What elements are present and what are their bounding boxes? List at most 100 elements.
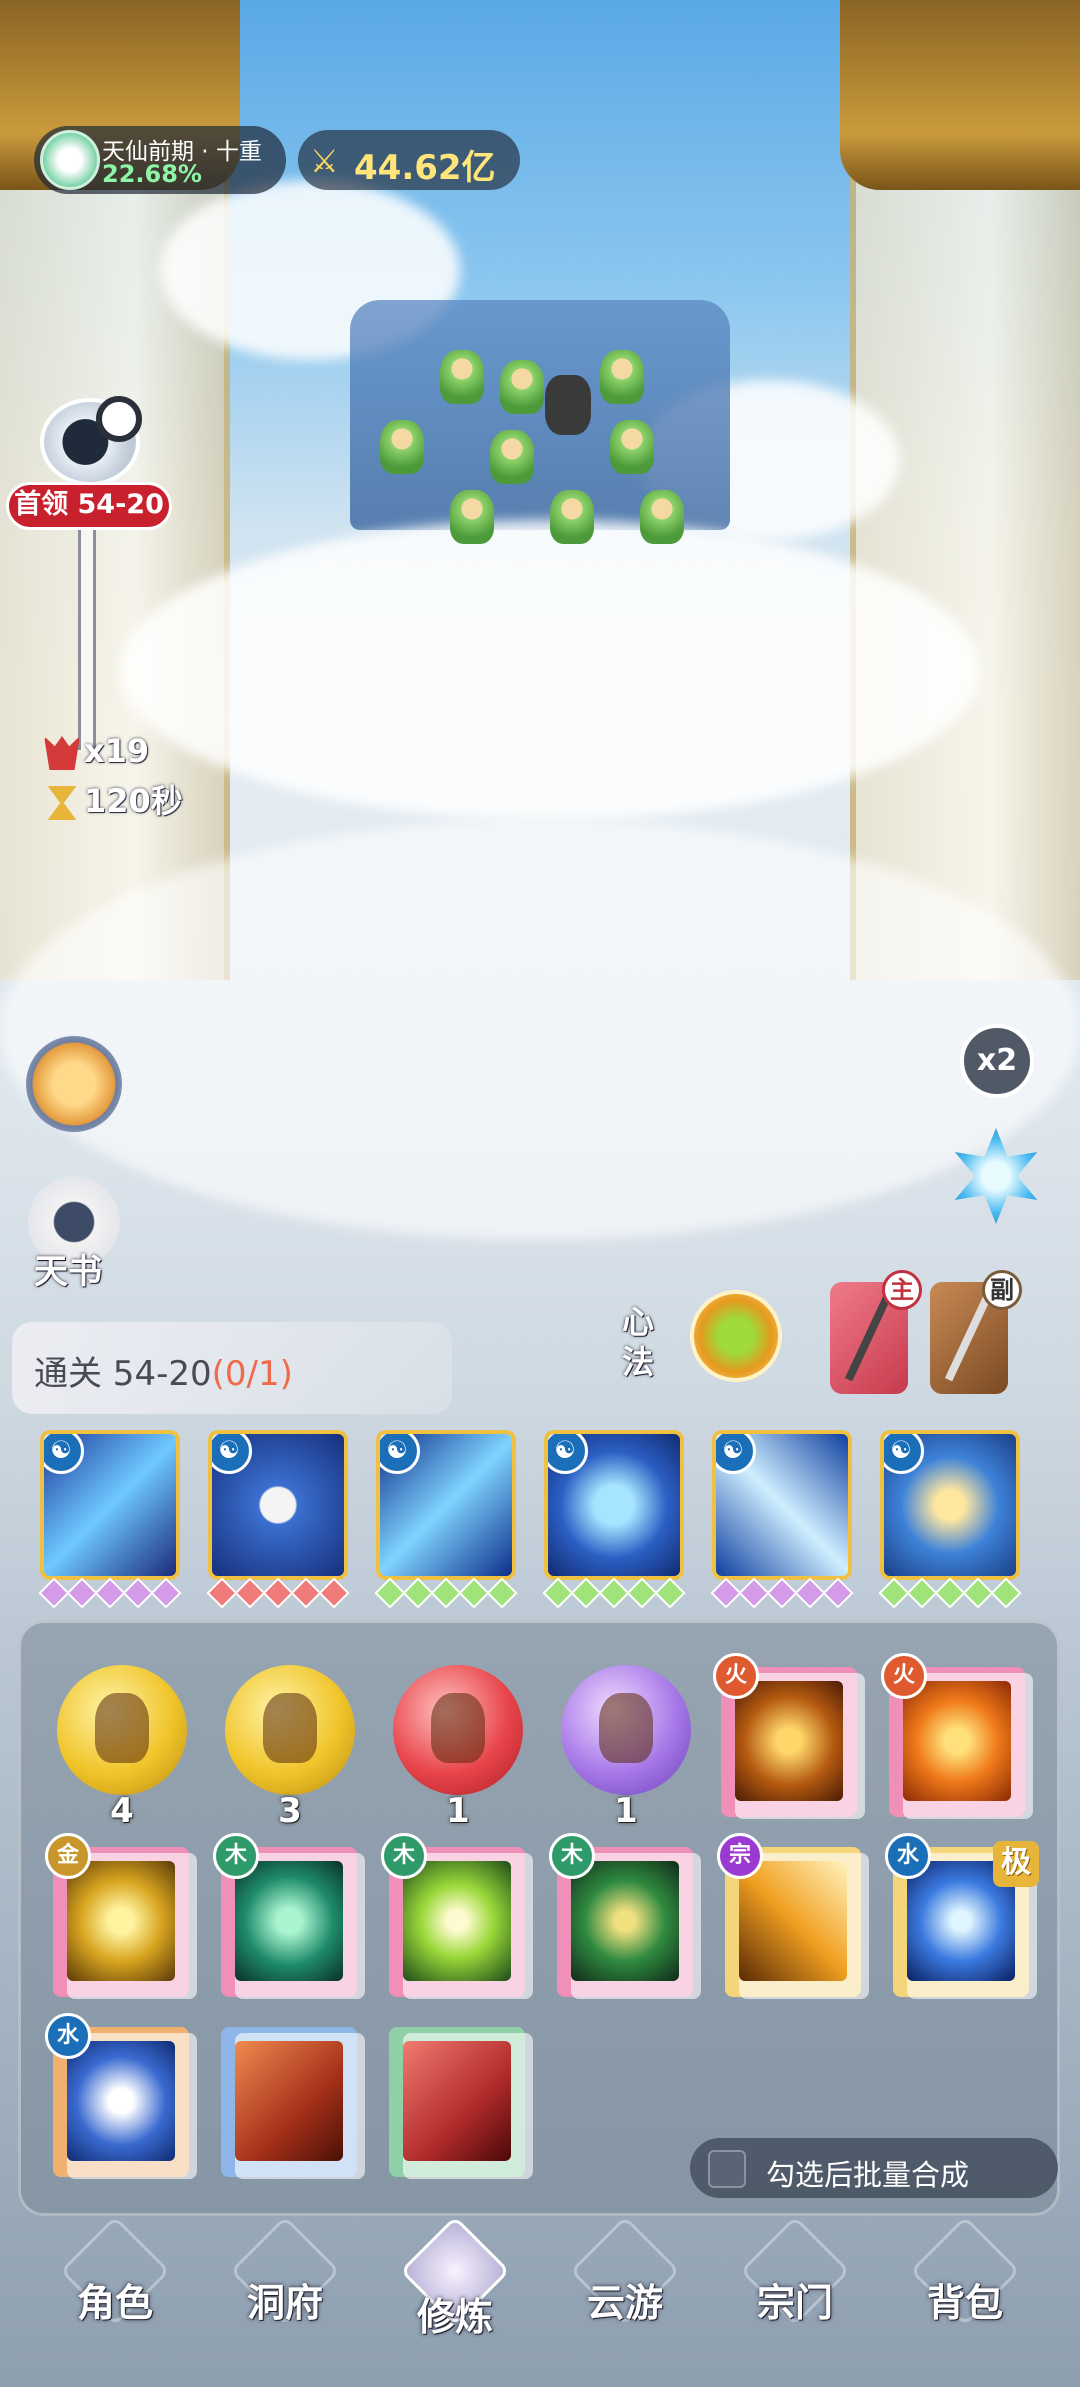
enemy[interactable]	[490, 430, 534, 484]
nav-travel[interactable]: 云游	[550, 2215, 700, 2360]
skill-card[interactable]: 金	[45, 1833, 197, 1999]
card-art	[739, 1861, 847, 1981]
star-gem-icon	[570, 1577, 602, 1609]
card-art	[235, 2041, 343, 2161]
skill-card[interactable]	[389, 2027, 533, 2179]
equipped-skill-slot[interactable]: ☯	[208, 1430, 348, 1580]
stage-clear-prefix: 通关 54-20	[34, 1354, 212, 1394]
skill-gem-row	[374, 1577, 518, 1609]
star-gem-icon	[206, 1577, 238, 1609]
stage-clear-text: 通关 54-20(0/1)	[34, 1346, 293, 1395]
fire-element-icon: 火	[881, 1653, 927, 1699]
star-gem-icon	[626, 1577, 658, 1609]
card-art	[403, 1861, 511, 1981]
skill-card[interactable]: 木	[549, 1833, 701, 1999]
sword-icon	[844, 1294, 892, 1382]
batch-merge-label: 勾选后批量合成	[766, 2158, 970, 2192]
cloud	[120, 520, 980, 820]
inventory-panel: 4 3 1 1 火 火 金 木 木 木 宗 水 极 水	[18, 1620, 1060, 2216]
cultivation-orb[interactable]: 1	[393, 1665, 523, 1831]
nav-sect[interactable]: 宗门	[720, 2215, 870, 2360]
card-art	[403, 2041, 511, 2161]
crossed-swords-icon: ⚔	[310, 142, 339, 180]
enemy[interactable]	[380, 420, 424, 474]
star-gem-icon	[542, 1577, 574, 1609]
star-gem-icon	[430, 1577, 462, 1609]
orb-count: 3	[278, 1791, 302, 1831]
right-roof	[840, 0, 1080, 190]
cultivation-orb[interactable]: 1	[561, 1665, 691, 1831]
water-element-icon: 水	[45, 2013, 91, 2059]
nav-cave[interactable]: 洞府	[210, 2215, 360, 2360]
skill-card[interactable]: 木	[213, 1833, 365, 1999]
speed-toggle-button[interactable]: x2	[960, 1024, 1034, 1098]
cultivation-orb[interactable]: 3	[225, 1665, 355, 1831]
skill-card[interactable]: 木	[381, 1833, 533, 1999]
equipped-skill-slot[interactable]: ☯	[712, 1430, 852, 1580]
orb-count: 4	[110, 1791, 134, 1831]
star-gem-icon	[654, 1577, 686, 1609]
xinfa-label: 心法	[622, 1303, 655, 1381]
enemy[interactable]	[640, 490, 684, 544]
nav-cultivate[interactable]: 修炼	[380, 2215, 530, 2360]
orb-count: 1	[446, 1791, 470, 1831]
star-gem-icon	[878, 1577, 910, 1609]
cultivation-orb[interactable]: 4	[57, 1665, 187, 1831]
skill-gem-row	[38, 1577, 182, 1609]
nav-label: 修炼	[416, 2295, 493, 2339]
skill-gem-row	[710, 1577, 854, 1609]
skill-card[interactable]: 水 极	[885, 1833, 1039, 1999]
enemy[interactable]	[600, 350, 644, 404]
equipped-skill-slot[interactable]: ☯	[880, 1430, 1020, 1580]
fire-element-icon: 火	[713, 1653, 759, 1699]
hourglass-icon	[47, 786, 77, 820]
equipped-skill-slot[interactable]: ☯	[544, 1430, 684, 1580]
cloud	[0, 820, 1080, 1240]
main-weapon-slot[interactable]: 主	[830, 1270, 922, 1394]
enemy-counter: x19	[44, 732, 149, 770]
skill-gem-row	[878, 1577, 1022, 1609]
skill-card[interactable]: 宗	[717, 1833, 869, 1999]
skill-card[interactable]: 火	[881, 1653, 1033, 1819]
star-gem-icon	[402, 1577, 434, 1609]
equipped-skill-slot[interactable]: ☯	[40, 1430, 180, 1580]
batch-merge-toggle[interactable]: 勾选后批量合成	[690, 2138, 1058, 2198]
equipped-skill-slot[interactable]: ☯	[376, 1430, 516, 1580]
skill-card[interactable]: 水	[45, 2013, 197, 2179]
enemy[interactable]	[500, 360, 544, 414]
sub-weapon-slot[interactable]: 副	[930, 1270, 1022, 1394]
star-gem-icon	[374, 1577, 406, 1609]
star-gem-icon	[766, 1577, 798, 1609]
card-art	[903, 1681, 1011, 1801]
meditating-figure-icon	[599, 1693, 653, 1763]
enemy[interactable]	[610, 420, 654, 474]
enemy[interactable]	[440, 350, 484, 404]
treasure-pouch-button[interactable]	[26, 1036, 122, 1132]
skill-card[interactable]: 火	[713, 1653, 865, 1819]
star-gem-icon	[318, 1577, 350, 1609]
main-weapon-tag: 主	[882, 1270, 922, 1310]
star-gem-icon	[598, 1577, 630, 1609]
enemy[interactable]	[550, 490, 594, 544]
sub-weapon-tag: 副	[982, 1270, 1022, 1310]
card-art	[571, 1861, 679, 1981]
nav-role[interactable]: 角色	[40, 2215, 190, 2360]
enemy[interactable]	[450, 490, 494, 544]
nav-bag[interactable]: 背包	[890, 2215, 1040, 2360]
wood-element-icon: 木	[549, 1833, 595, 1879]
star-gem-icon	[290, 1577, 322, 1609]
realm-status[interactable]: 天仙前期 · 十重 22.68%	[34, 126, 286, 194]
batch-merge-checkbox[interactable]	[708, 2150, 746, 2188]
xinfa-button[interactable]	[690, 1290, 782, 1382]
wood-element-icon: 木	[213, 1833, 259, 1879]
combat-power[interactable]: ⚔ 44.62亿	[298, 130, 520, 190]
card-art	[67, 2041, 175, 2161]
skill-card[interactable]	[221, 2027, 365, 2179]
boss-stage-label[interactable]: 首领 54-20	[6, 482, 172, 530]
star-gem-icon	[990, 1577, 1022, 1609]
nav-label: 角色	[76, 2281, 153, 2325]
magnify-icon[interactable]	[96, 396, 142, 442]
meditating-figure-icon	[95, 1693, 149, 1763]
card-art	[235, 1861, 343, 1981]
boss-enemy[interactable]	[545, 375, 591, 435]
